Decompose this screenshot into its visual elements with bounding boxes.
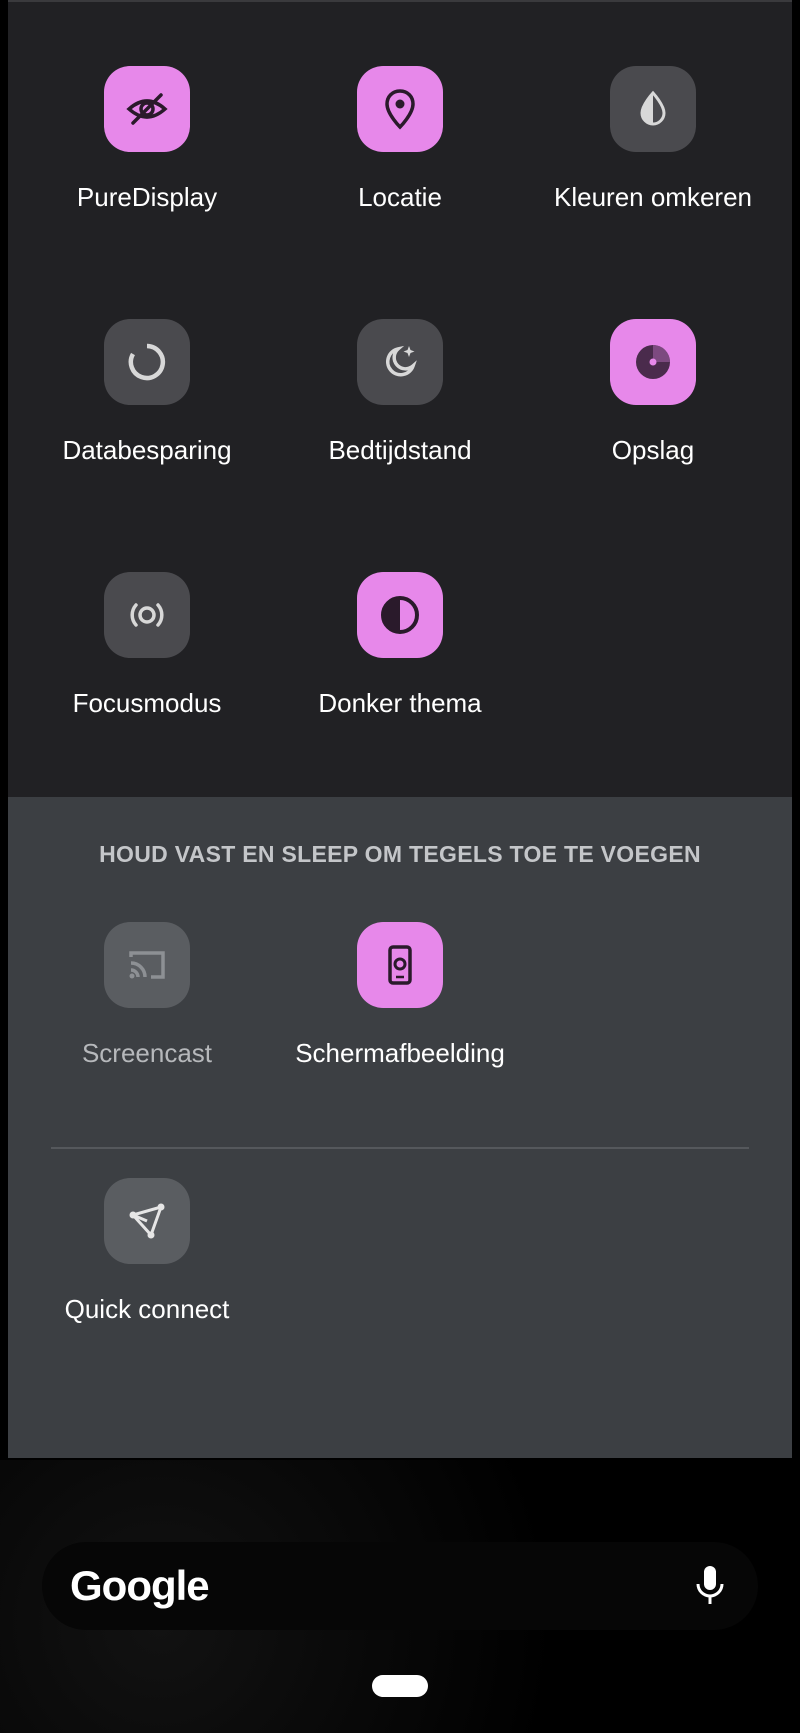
tile-label: Bedtijdstand — [328, 435, 472, 465]
tile-label: Databesparing — [62, 435, 232, 465]
tile-label: Focusmodus — [72, 688, 222, 718]
tile-donker-thema[interactable]: Donker thema — [273, 572, 527, 719]
section-divider — [51, 1147, 749, 1149]
tile-databesparing[interactable]: Databesparing — [20, 319, 274, 466]
tile-label: Donker thema — [318, 688, 482, 718]
tile-screencast[interactable]: Screencast — [20, 922, 274, 1069]
screenshot-icon — [357, 922, 443, 1008]
invert-colors-icon — [610, 66, 696, 152]
drag-hint: HOUD VAST EN SLEEP OM TEGELS TOE TE VOEG… — [99, 841, 701, 867]
data-saver-icon — [104, 319, 190, 405]
location-pin-icon — [357, 66, 443, 152]
tile-label: Screencast — [81, 1038, 213, 1068]
tile-label: Quick connect — [64, 1294, 230, 1324]
tile-label: PureDisplay — [76, 182, 218, 212]
screen: PureDisplay Locatie Kleuren omkeren Data… — [0, 0, 800, 1733]
storage-pie-icon — [610, 319, 696, 405]
microphone-icon[interactable] — [690, 1564, 730, 1608]
tile-label: Locatie — [358, 182, 442, 212]
google-logo: Google — [70, 1562, 210, 1609]
tile-schermafbeelding[interactable]: Schermafbeelding — [273, 922, 527, 1069]
tile-kleuren-omkeren[interactable]: Kleuren omkeren — [526, 66, 780, 213]
tile-label: Opslag — [611, 435, 695, 465]
tile-focusmodus[interactable]: Focusmodus — [20, 572, 274, 719]
active-tiles-panel: PureDisplay Locatie Kleuren omkeren Data… — [8, 0, 792, 797]
available-tiles-panel: HOUD VAST EN SLEEP OM TEGELS TOE TE VOEG… — [8, 797, 792, 1458]
quick-connect-icon — [104, 1178, 190, 1264]
google-search-bar[interactable]: Google — [42, 1542, 758, 1630]
bedtime-moon-icon — [357, 319, 443, 405]
tile-label: Schermafbeelding — [295, 1038, 505, 1068]
cast-icon — [104, 922, 190, 1008]
dark-theme-icon — [357, 572, 443, 658]
tile-opslag[interactable]: Opslag — [526, 319, 780, 466]
eye-display-icon — [104, 66, 190, 152]
tile-puredisplay[interactable]: PureDisplay — [20, 66, 274, 213]
tile-label: Kleuren omkeren — [554, 182, 752, 212]
tile-bedtijdstand[interactable]: Bedtijdstand — [273, 319, 527, 466]
focus-mode-icon — [104, 572, 190, 658]
home-gesture-handle[interactable] — [372, 1675, 428, 1697]
tile-quick-connect[interactable]: Quick connect — [20, 1178, 274, 1325]
tile-locatie[interactable]: Locatie — [273, 66, 527, 213]
